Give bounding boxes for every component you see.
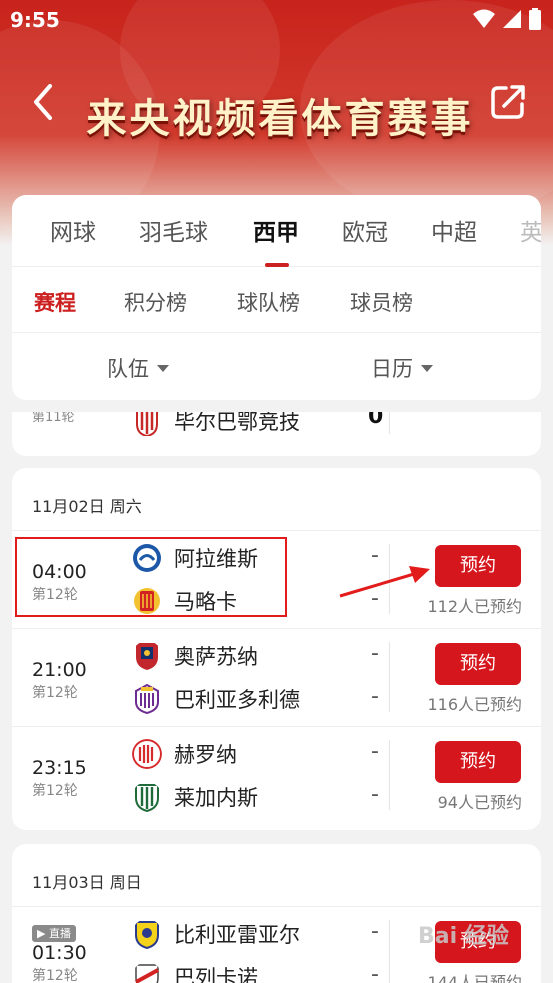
home-score: - bbox=[371, 919, 379, 944]
athletic-bilbao-logo-icon bbox=[136, 412, 158, 436]
day-date-header: 11月02日 周六 bbox=[12, 468, 541, 531]
home-score: - bbox=[371, 739, 379, 764]
rayo-vallecano-logo-icon bbox=[135, 964, 159, 983]
team-name: 比利亚雷亚尔 bbox=[174, 923, 300, 947]
tab-badminton[interactable]: 羽毛球 bbox=[139, 213, 208, 247]
team-score: 0 bbox=[368, 412, 384, 429]
battery-icon bbox=[529, 8, 541, 30]
tab-tennis[interactable]: 网球 bbox=[50, 213, 96, 247]
alaves-logo-icon bbox=[133, 544, 161, 572]
team-filter-dropdown[interactable]: 队伍 bbox=[107, 353, 169, 383]
tab-champions-league[interactable]: 欧冠 bbox=[342, 213, 388, 247]
reserve-button[interactable]: 预约 bbox=[435, 741, 521, 783]
sub-tab-schedule[interactable]: 赛程 bbox=[34, 287, 76, 317]
home-team: 奥萨苏纳 bbox=[132, 641, 258, 671]
leganes-logo-icon bbox=[135, 784, 159, 812]
day-date-header: 11月03日 周日 bbox=[12, 844, 541, 907]
home-team: 赫罗纳 bbox=[132, 739, 237, 769]
home-team: 比利亚雷亚尔 bbox=[132, 919, 300, 949]
match-time: 04:00 bbox=[32, 561, 87, 583]
home-score: - bbox=[371, 543, 379, 568]
sub-tab-team-ranking[interactable]: 球队榜 bbox=[237, 287, 300, 317]
away-team: 巴利亚多利德 bbox=[132, 684, 300, 714]
sub-tab-bar: 赛程 积分榜 球队榜 球员榜 bbox=[12, 267, 541, 333]
match-time: 21:00 bbox=[32, 659, 87, 681]
match-round: 第11轮 bbox=[32, 412, 75, 425]
reservation-count: 144人已预约 bbox=[427, 973, 522, 983]
away-score: - bbox=[371, 962, 379, 983]
team-name: 赫罗纳 bbox=[174, 743, 237, 767]
mallorca-logo-icon bbox=[134, 588, 160, 614]
home-team: 阿拉维斯 bbox=[132, 543, 258, 573]
share-icon[interactable] bbox=[488, 82, 528, 122]
match-time: 01:30 bbox=[32, 942, 87, 964]
match-round: 第12轮 bbox=[32, 685, 78, 701]
calendar-filter-dropdown[interactable]: 日历 bbox=[371, 353, 433, 383]
away-team: 马略卡 bbox=[132, 586, 237, 616]
match-time: 23:15 bbox=[32, 757, 87, 779]
away-score: - bbox=[371, 586, 379, 611]
reservation-count: 112人已预约 bbox=[427, 597, 522, 616]
caret-down-icon bbox=[157, 364, 169, 372]
away-team: 巴列卡诺 bbox=[132, 962, 258, 983]
reserve-button[interactable]: 预约 bbox=[435, 921, 521, 963]
filter-bar: 队伍 日历 bbox=[12, 333, 541, 400]
team-name: 巴列卡诺 bbox=[174, 966, 258, 983]
reserve-button[interactable]: 预约 bbox=[435, 545, 521, 587]
match-round: 第12轮 bbox=[32, 968, 78, 983]
divider bbox=[389, 920, 390, 983]
match-row[interactable]: 04:00 第12轮 阿拉维斯 马略卡 - - 预约 112人已预约 bbox=[12, 531, 541, 629]
day-card: 11月02日 周六 04:00 第12轮 阿拉维斯 马略卡 - - 预约 112… bbox=[12, 468, 541, 830]
sport-tab-bar: 网球 羽毛球 西甲 欧冠 中超 英 bbox=[12, 195, 541, 267]
girona-logo-icon bbox=[132, 739, 162, 769]
match-row[interactable]: ▶ 直播 01:30 第12轮 比利亚雷亚尔 巴列卡诺 - - 预约 144人已… bbox=[12, 907, 541, 983]
away-score: - bbox=[371, 782, 379, 807]
osasuna-logo-icon bbox=[136, 643, 158, 670]
tab-csl[interactable]: 中超 bbox=[431, 213, 477, 247]
villarreal-logo-icon bbox=[135, 921, 159, 949]
signal-icon bbox=[503, 10, 521, 28]
page-title: 来央视频看体育赛事 bbox=[86, 96, 474, 142]
wifi-icon bbox=[473, 9, 495, 28]
team-name: 马略卡 bbox=[174, 590, 237, 614]
previous-day-card-partial: 第11轮 毕尔巴鄂竞技 0 bbox=[12, 412, 541, 456]
navigation-card: 网球 羽毛球 西甲 欧冠 中超 英 赛程 积分榜 球队榜 球员榜 队伍 日历 bbox=[12, 195, 541, 400]
reservation-count: 94人已预约 bbox=[437, 793, 522, 812]
tab-la-liga[interactable]: 西甲 bbox=[253, 213, 299, 247]
status-bar: 9:55 bbox=[0, 0, 553, 40]
match-round: 第12轮 bbox=[32, 587, 78, 603]
divider bbox=[389, 740, 390, 810]
reservation-count: 116人已预约 bbox=[427, 695, 522, 714]
away-team: 莱加内斯 bbox=[132, 782, 258, 812]
match-round: 第12轮 bbox=[32, 783, 78, 799]
divider bbox=[389, 642, 390, 712]
calendar-filter-label: 日历 bbox=[371, 357, 413, 381]
back-arrow-icon[interactable] bbox=[26, 80, 62, 124]
away-score: - bbox=[371, 684, 379, 709]
divider bbox=[389, 544, 390, 614]
match-row[interactable]: 23:15 第12轮 赫罗纳 莱加内斯 - - 预约 94人已预约 bbox=[12, 727, 541, 825]
team-name: 莱加内斯 bbox=[174, 786, 258, 810]
caret-down-icon bbox=[421, 364, 433, 372]
team-name: 毕尔巴鄂竞技 bbox=[174, 412, 300, 434]
day-card: 11月03日 周日 ▶ 直播 01:30 第12轮 比利亚雷亚尔 巴列卡诺 - … bbox=[12, 844, 541, 983]
reserve-button[interactable]: 预约 bbox=[435, 643, 521, 685]
sub-tab-player-ranking[interactable]: 球员榜 bbox=[350, 287, 413, 317]
tab-premier-league-partial[interactable]: 英 bbox=[520, 213, 541, 247]
team-name: 阿拉维斯 bbox=[174, 547, 258, 571]
team-name: 奥萨苏纳 bbox=[174, 645, 258, 669]
team-name: 巴利亚多利德 bbox=[174, 688, 300, 712]
match-row[interactable]: 21:00 第12轮 奥萨苏纳 巴利亚多利德 - - 预约 116人已预约 bbox=[12, 629, 541, 727]
sub-tab-standings[interactable]: 积分榜 bbox=[124, 287, 187, 317]
status-time: 9:55 bbox=[10, 8, 60, 32]
valladolid-logo-icon bbox=[135, 684, 159, 714]
divider bbox=[389, 412, 390, 434]
team-filter-label: 队伍 bbox=[107, 357, 149, 381]
home-score: - bbox=[371, 641, 379, 666]
live-badge: ▶ 直播 bbox=[32, 925, 76, 942]
